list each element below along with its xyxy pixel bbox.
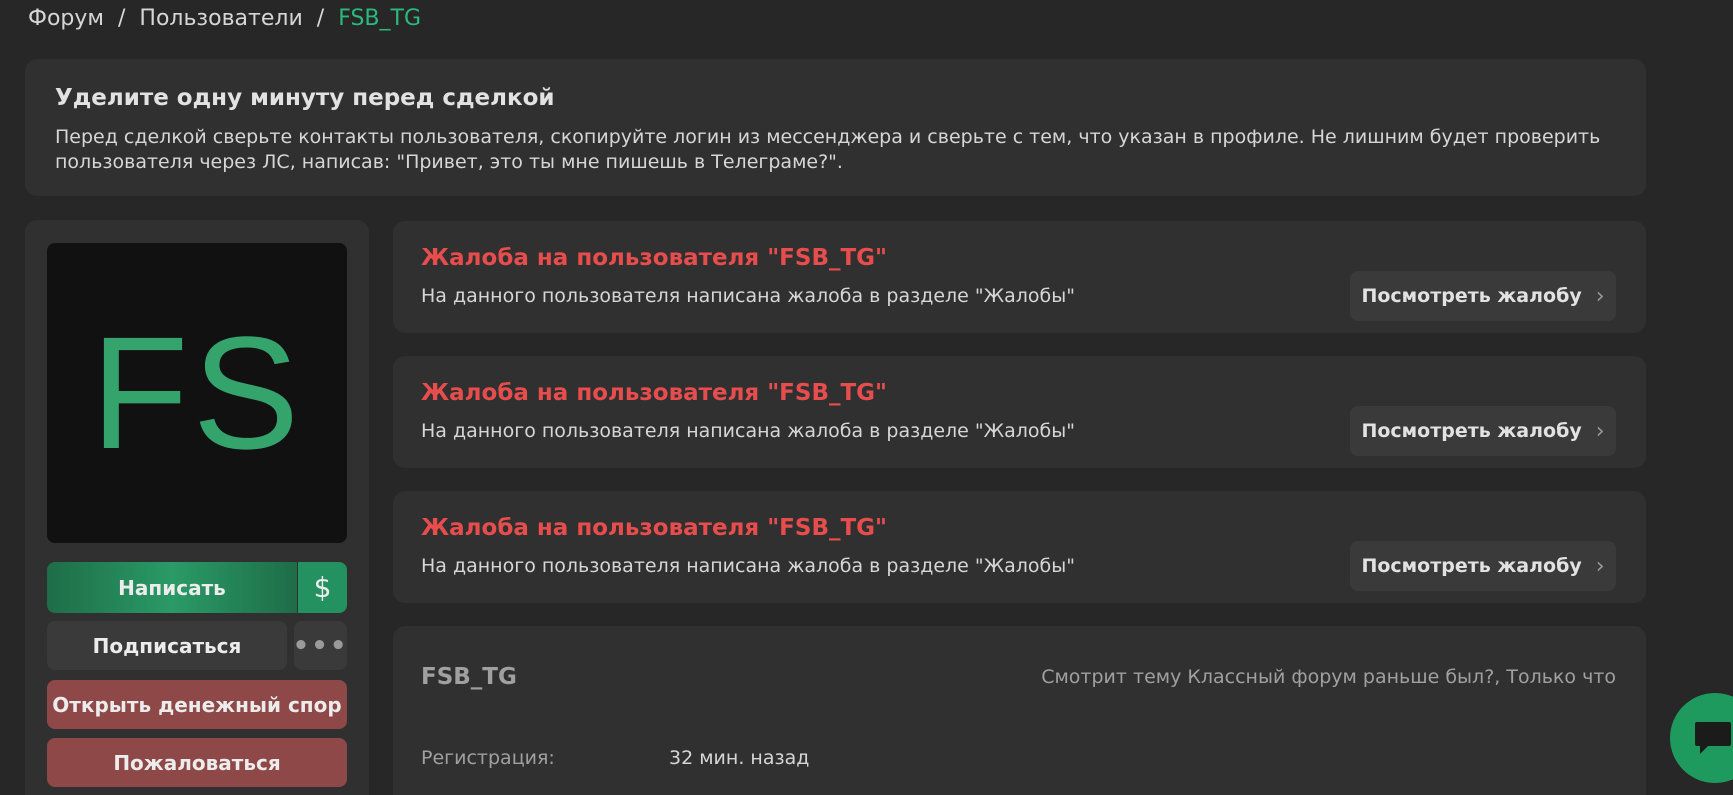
view-complaint-label: Посмотреть жалобу — [1361, 555, 1582, 577]
view-complaint-button[interactable]: Посмотреть жалобу › — [1350, 406, 1616, 456]
profile-activity[interactable]: Смотрит тему Классный форум раньше был?,… — [1041, 666, 1616, 688]
view-complaint-button[interactable]: Посмотреть жалобу › — [1350, 541, 1616, 591]
subscribe-button[interactable]: Подписаться — [47, 621, 287, 670]
view-complaint-label: Посмотреть жалобу — [1361, 285, 1582, 307]
report-button[interactable]: Пожаловаться — [47, 738, 347, 787]
user-profile-page: Форум / Пользователи / FSB_TG Уделите од… — [0, 0, 1733, 795]
breadcrumb-users[interactable]: Пользователи — [139, 6, 302, 31]
open-dispute-button[interactable]: Открыть денежный спор — [47, 680, 347, 729]
complaint-description: На данного пользователя написана жалоба … — [421, 420, 1075, 442]
notice-text-line2: пользователя через ЛС, написав: "Привет,… — [55, 151, 843, 173]
avatar: FS — [47, 243, 347, 543]
complaint-card: Жалоба на пользователя "FSB_TG" На данно… — [393, 491, 1646, 603]
complaint-description: На данного пользователя написана жалоба … — [421, 285, 1075, 307]
complaint-card: Жалоба на пользователя "FSB_TG" На данно… — [393, 221, 1646, 333]
complaint-title: Жалоба на пользователя "FSB_TG" — [421, 245, 888, 271]
notice-title: Уделите одну минуту перед сделкой — [55, 85, 555, 111]
profile-sidebar: FS Написать $ Подписаться ••• Открыть де… — [25, 220, 369, 795]
breadcrumb-separator: / — [316, 6, 325, 31]
more-options-icon[interactable]: ••• — [293, 621, 347, 670]
breadcrumb-separator: / — [117, 6, 126, 31]
complaint-description: На данного пользователя написана жалоба … — [421, 555, 1075, 577]
breadcrumb-current: FSB_TG — [338, 6, 421, 31]
profile-username: FSB_TG — [421, 664, 517, 690]
chat-bubble-icon — [1695, 722, 1731, 754]
chevron-right-icon: › — [1595, 553, 1605, 579]
notice-text-line1: Перед сделкой сверьте контакты пользоват… — [55, 126, 1601, 148]
registration-label: Регистрация: — [421, 747, 555, 769]
breadcrumb-forum[interactable]: Форум — [28, 6, 104, 31]
safety-notice: Уделите одну минуту перед сделкой Перед … — [25, 59, 1646, 196]
notice-text: Перед сделкой сверьте контакты пользоват… — [55, 125, 1616, 175]
avatar-initials: FS — [90, 303, 304, 482]
chevron-right-icon: › — [1595, 418, 1605, 444]
complaint-title: Жалоба на пользователя "FSB_TG" — [421, 515, 888, 541]
breadcrumb: Форум / Пользователи / FSB_TG — [28, 6, 421, 31]
registration-value: 32 мин. назад — [669, 747, 810, 769]
dollar-icon[interactable]: $ — [298, 562, 347, 613]
chat-button[interactable] — [1670, 693, 1733, 783]
view-complaint-button[interactable]: Посмотреть жалобу › — [1350, 271, 1616, 321]
profile-info-card: FSB_TG Смотрит тему Классный форум раньш… — [393, 626, 1646, 795]
write-message-button[interactable]: Написать — [47, 562, 297, 613]
complaint-card: Жалоба на пользователя "FSB_TG" На данно… — [393, 356, 1646, 468]
view-complaint-label: Посмотреть жалобу — [1361, 420, 1582, 442]
chevron-right-icon: › — [1595, 283, 1605, 309]
complaint-title: Жалоба на пользователя "FSB_TG" — [421, 380, 888, 406]
